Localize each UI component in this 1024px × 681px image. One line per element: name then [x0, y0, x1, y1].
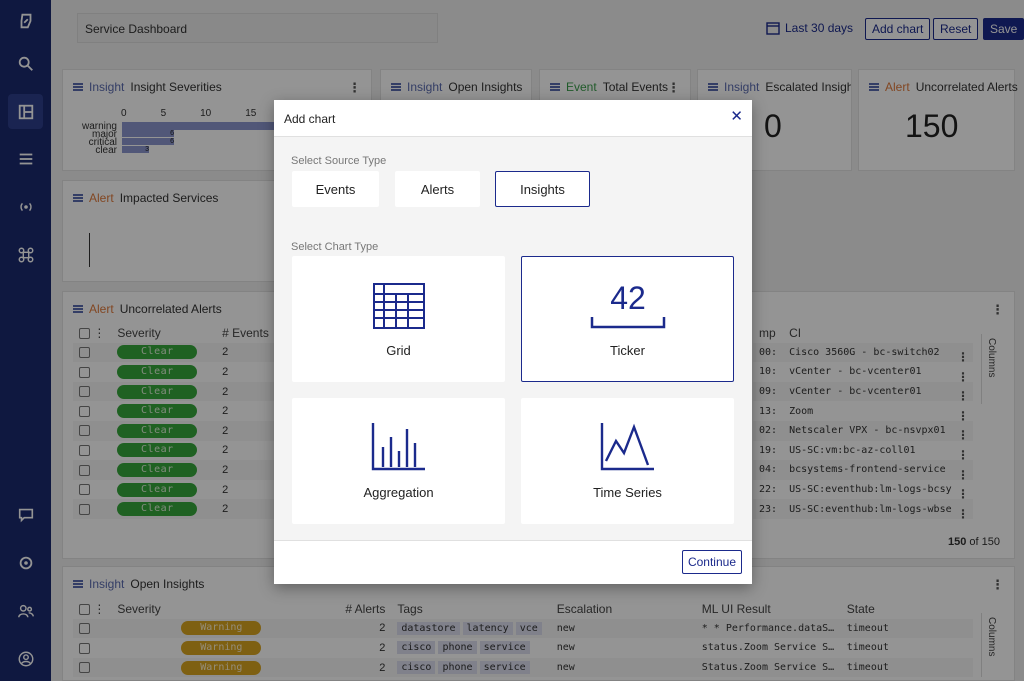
source-insights-button[interactable]: Insights [495, 171, 590, 207]
chart-type-aggregation-card[interactable]: Aggregation [292, 398, 505, 524]
chart-type-ticker-label: Ticker [610, 343, 645, 358]
ticker-icon: 42 [590, 280, 665, 329]
continue-button[interactable]: Continue [681, 550, 742, 574]
add-chart-dialog: Add chart ✕ Select Source Type Events Al… [274, 100, 752, 584]
dialog-header: Add chart ✕ [274, 100, 752, 137]
close-icon[interactable]: ✕ [730, 107, 743, 125]
chart-type-ticker-card[interactable]: 42 Ticker [521, 256, 734, 382]
chart-type-grid-card[interactable]: Grid [292, 256, 505, 382]
source-events-button[interactable]: Events [292, 171, 379, 207]
chart-type-label: Select Chart Type [291, 241, 379, 253]
chart-type-time-series-card[interactable]: Time Series [521, 398, 734, 524]
grid-icon [372, 283, 425, 329]
dialog-footer: Continue [274, 540, 752, 584]
bar-chart-icon [371, 423, 425, 471]
ticker-sample-number: 42 [610, 280, 646, 316]
chart-type-grid-label: Grid [386, 343, 411, 358]
chart-type-aggregation-label: Aggregation [363, 485, 434, 500]
line-chart-icon [600, 423, 654, 471]
source-alerts-button[interactable]: Alerts [395, 171, 480, 207]
chart-type-time-series-label: Time Series [593, 485, 662, 500]
source-type-label: Select Source Type [291, 155, 387, 167]
dialog-title: Add chart [284, 112, 336, 126]
